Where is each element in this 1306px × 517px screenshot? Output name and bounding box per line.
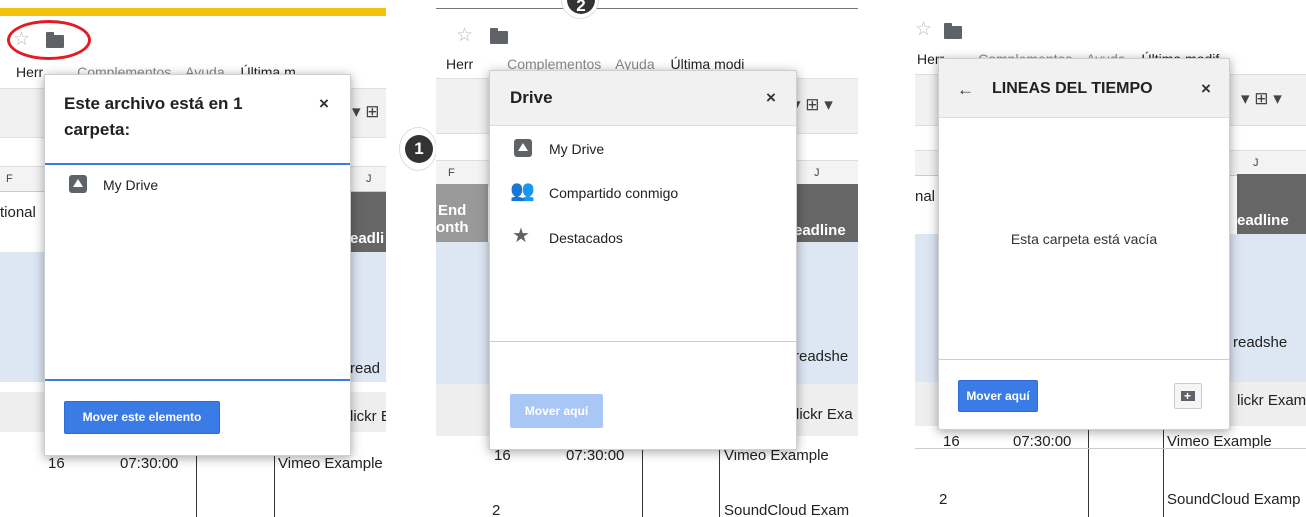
borders-icon[interactable]: ▾ ⊞ ▾ — [1241, 90, 1282, 107]
item-label: Compartido conmigo — [549, 185, 679, 201]
drive-picker-dialog: Drive × My Drive 👥 Compartido conmigo ★ … — [489, 70, 797, 450]
folder-icon[interactable] — [944, 23, 962, 39]
cell-row-2[interactable]: 2 — [492, 502, 500, 517]
toolbar-accent-bar — [0, 8, 386, 16]
panel-1: ☆ Herr Complementos Ayuda Última m ▾ ⊞ F… — [0, 0, 386, 517]
cell-vimeo[interactable]: Vimeo Example — [278, 455, 383, 472]
cell-flickr[interactable]: lickr E — [350, 408, 386, 425]
folder-name: My Drive — [103, 177, 159, 193]
highlight-circle — [7, 20, 91, 60]
divider — [490, 341, 796, 342]
star-icon[interactable]: ☆ — [456, 26, 473, 45]
close-icon[interactable]: × — [319, 95, 329, 112]
folder-item-shared[interactable]: 👥 Compartido conmigo — [490, 179, 796, 207]
header-cell-end-month: End onth — [436, 184, 488, 242]
cell-soundcloud[interactable]: SoundCloud Examp — [1167, 491, 1300, 508]
col-header-f[interactable]: F — [6, 173, 13, 185]
grid-line — [1163, 426, 1164, 517]
borders-icon[interactable]: ▾ ⊞ — [352, 103, 380, 120]
header-cell-dark: eadline — [794, 184, 858, 242]
folder-view-dialog: ← LINEAS DEL TIEMPO × Esta carpeta está … — [938, 58, 1230, 430]
cell-flickr[interactable]: lickr Exam — [1237, 392, 1306, 409]
cell-headline[interactable]: eadline — [1237, 212, 1289, 229]
dialog-title: Drive — [510, 88, 553, 107]
star-icon[interactable]: ☆ — [915, 20, 932, 39]
new-folder-button[interactable]: + — [1174, 383, 1202, 409]
people-icon: 👥 — [510, 180, 535, 202]
folder-item-my-drive[interactable]: My Drive — [490, 135, 796, 163]
cell-spreadsheet[interactable]: readshe — [794, 348, 848, 365]
folder-location-dialog: Este archivo está en 1 carpeta: × My Dri… — [44, 74, 351, 456]
divider — [45, 163, 350, 165]
cell-spreadsheet[interactable]: readshe — [1233, 334, 1287, 351]
cell-tional[interactable]: tional — [0, 204, 36, 221]
step-number: 1 — [405, 135, 433, 163]
item-label: My Drive — [549, 141, 605, 157]
back-arrow-icon[interactable]: ← — [957, 81, 974, 98]
drive-icon — [69, 175, 87, 193]
empty-folder-message: Esta carpeta está vacía — [1010, 231, 1158, 247]
step-badge-1: 1 — [400, 128, 436, 170]
close-icon[interactable]: × — [766, 89, 776, 106]
dialog-title: LINEAS DEL TIEMPO — [992, 80, 1153, 97]
cell-nal[interactable]: nal — [915, 188, 935, 205]
cell-spreadsheet[interactable]: read — [350, 360, 380, 377]
divider — [45, 379, 350, 381]
grid-line — [915, 448, 1306, 449]
borders-icon[interactable]: ▾ ⊞ ▾ — [792, 96, 833, 113]
cell-month[interactable]: onth — [436, 219, 468, 236]
divider — [436, 8, 858, 9]
menu-herramientas[interactable]: Herr — [16, 64, 43, 80]
header-cell-dark: eadline — [1237, 174, 1306, 234]
cell-row-2[interactable]: 2 — [939, 491, 947, 508]
drive-icon — [514, 139, 532, 157]
move-here-button[interactable]: Mover aquí — [958, 380, 1038, 412]
panel-2: ☆ Herr Complementos Ayuda Última modi ▾ … — [436, 0, 858, 517]
divider — [939, 359, 1229, 360]
cell-headline[interactable]: eadli — [350, 230, 384, 247]
cell-end[interactable]: End — [438, 202, 466, 219]
star-icon: ★ — [512, 225, 530, 247]
cell-row-16[interactable]: 16 — [48, 455, 65, 472]
col-header-j[interactable]: J — [1253, 157, 1259, 169]
folder-item-starred[interactable]: ★ Destacados — [490, 224, 796, 252]
header-cell-dark: eadli — [350, 192, 386, 252]
panel-3: ☆ Herr Complementos Ayuda Última modif ▾… — [915, 0, 1306, 517]
folder-icon[interactable] — [490, 28, 508, 44]
cell-time[interactable]: 07:30:00 — [120, 455, 178, 472]
plus-icon: + — [1184, 389, 1192, 403]
move-item-button[interactable]: Mover este elemento — [64, 401, 220, 434]
cell-soundcloud[interactable]: SoundCloud Exam — [724, 502, 849, 517]
col-header-j[interactable]: J — [366, 173, 372, 185]
menu-herramientas[interactable]: Herr — [446, 56, 473, 72]
grid-line — [1088, 426, 1089, 517]
cell-flickr[interactable]: lickr Exa — [796, 406, 853, 423]
folder-list-item[interactable]: My Drive — [45, 171, 350, 199]
step-number: 2 — [567, 0, 595, 15]
move-here-button[interactable]: Mover aquí — [510, 394, 603, 428]
close-icon[interactable]: × — [1201, 80, 1211, 97]
col-header-f[interactable]: F — [448, 167, 455, 179]
col-header-j[interactable]: J — [814, 167, 820, 179]
cell-headline[interactable]: eadline — [794, 222, 846, 239]
dialog-title: Este archivo está en 1 carpeta: — [64, 94, 243, 139]
item-label: Destacados — [549, 230, 623, 246]
